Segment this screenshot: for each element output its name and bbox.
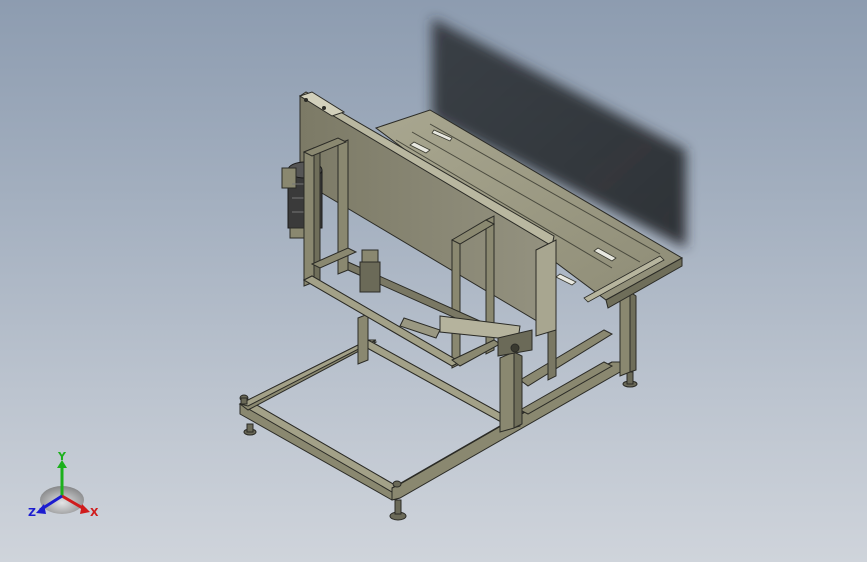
model-canvas[interactable]: Y X Z [0, 0, 867, 562]
cad-viewport[interactable]: Y X Z [0, 0, 867, 562]
triad-x-label: X [90, 506, 99, 519]
triad-y-label: Y [57, 450, 67, 463]
axis-triad[interactable]: Y X Z [28, 450, 99, 519]
triad-z-label: Z [28, 506, 36, 519]
base-frame[interactable] [238, 329, 621, 501]
